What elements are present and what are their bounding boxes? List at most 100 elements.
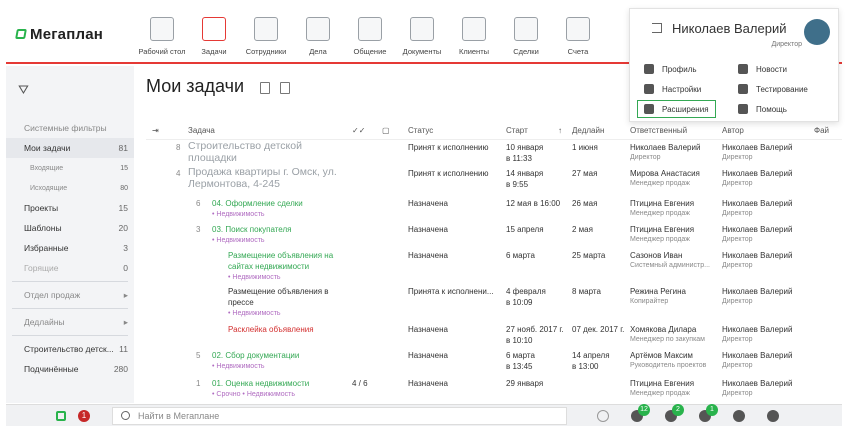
filter-icon[interactable]: ⛛: [18, 82, 29, 98]
menu-item-news[interactable]: Новости: [738, 61, 787, 77]
menu-item-testing[interactable]: Тестирование: [738, 81, 808, 97]
phone-icon[interactable]: [56, 410, 66, 421]
column-responsible[interactable]: Ответственный: [630, 126, 687, 135]
logout-icon[interactable]: [652, 23, 662, 33]
info-icon[interactable]: [597, 409, 609, 422]
alert-icon[interactable]: [767, 409, 779, 422]
task-progress: 4 / 6: [352, 379, 368, 388]
task-author[interactable]: Николаев Валерий: [722, 142, 792, 153]
sidebar-item-construction[interactable]: Строительство детск... 11: [6, 339, 134, 359]
column-author[interactable]: Автор: [722, 126, 744, 135]
task-title[interactable]: Продажа квартиры г. Омск, ул. Лермонтова…: [188, 166, 348, 190]
task-responsible[interactable]: Птицина Евгения: [630, 224, 694, 235]
task-responsible[interactable]: Хомякова Дилара: [630, 324, 696, 335]
task-responsible[interactable]: Николаев Валерий: [630, 142, 700, 153]
comment-icon[interactable]: ▢: [382, 126, 390, 135]
nav-item-desktop[interactable]: Рабочий стол: [136, 17, 188, 56]
task-author[interactable]: Николаев Валерий: [722, 286, 792, 297]
nav-item-tasks[interactable]: Задачи: [188, 17, 240, 56]
task-author[interactable]: Николаев Валерий: [722, 378, 792, 389]
nav-item-documents[interactable]: Документы: [396, 17, 448, 56]
sidebar-item-burning[interactable]: Горящие 0: [6, 258, 134, 278]
sidebar-item-templates[interactable]: Шаблоны 20: [6, 218, 134, 238]
task-tag[interactable]: • Срочно • Недвижимость: [212, 389, 295, 400]
menu-item-help[interactable]: Помощь: [738, 101, 787, 117]
task-tag[interactable]: • Недвижимость: [228, 272, 281, 283]
sidebar-item-outgoing[interactable]: Исходящие 80: [6, 178, 134, 198]
task-responsible[interactable]: Птицина Евгения: [630, 378, 694, 389]
star-icon[interactable]: [733, 409, 745, 422]
briefcase-icon: [514, 17, 538, 41]
task-title[interactable]: 02. Сбор документации: [212, 350, 299, 361]
profile-name[interactable]: Николаев Валерий: [672, 21, 786, 36]
task-responsible[interactable]: Сазонов Иван: [630, 250, 682, 261]
notification-badge[interactable]: 1: [78, 409, 90, 422]
column-deadline[interactable]: Дедлайн: [572, 126, 604, 135]
menu-item-profile[interactable]: Профиль: [644, 61, 697, 77]
task-title[interactable]: 03. Поиск покупателя: [212, 224, 291, 235]
column-more[interactable]: Фай: [814, 126, 829, 135]
task-responsible[interactable]: Артёмов Максим: [630, 350, 693, 361]
sidebar-item-label: Строительство детск...: [24, 344, 114, 354]
sidebar-item-projects[interactable]: Проекты 15: [6, 198, 134, 218]
menu-item-label: Новости: [756, 64, 787, 74]
fire-icon[interactable]: 12: [631, 403, 650, 422]
sidebar-item-incoming[interactable]: Входящие 15: [6, 158, 134, 178]
columns-settings-icon[interactable]: ⇥: [152, 126, 159, 135]
task-title[interactable]: 01. Оценка недвижимости: [212, 378, 309, 389]
excel-export-icon[interactable]: [280, 82, 290, 94]
sidebar-group-deadlines[interactable]: Дедлайны ▸: [6, 312, 134, 332]
menu-item-settings[interactable]: Настройки: [644, 81, 701, 97]
avatar[interactable]: [804, 19, 830, 45]
column-start[interactable]: Старт: [506, 126, 528, 135]
nav-item-employees[interactable]: Сотрудники: [240, 17, 292, 56]
task-title[interactable]: Размещение объявления на сайтах недвижим…: [228, 250, 348, 272]
sidebar-item-count: 81: [118, 143, 128, 153]
task-tag[interactable]: • Недвижимость: [212, 209, 265, 220]
sidebar-group-sales[interactable]: Отдел продаж ▸: [6, 285, 134, 305]
task-tag[interactable]: • Недвижимость: [212, 235, 265, 246]
task-author[interactable]: Николаев Валерий: [722, 250, 792, 261]
sort-up-icon[interactable]: ↑: [558, 126, 562, 135]
nav-item-communication[interactable]: Общение: [344, 17, 396, 56]
menu-item-extensions[interactable]: Расширения: [637, 100, 716, 118]
task-author[interactable]: Николаев Валерий: [722, 350, 792, 361]
logo[interactable]: Мегаплан: [6, 6, 136, 62]
column-task[interactable]: Задача: [188, 126, 215, 135]
nav-item-invoices[interactable]: Счета: [552, 17, 604, 56]
sidebar-item-my-tasks[interactable]: Мои задачи 81: [6, 138, 134, 158]
task-status: Назначена: [408, 199, 448, 208]
task-responsible[interactable]: Мирова Анастасия: [630, 168, 700, 179]
task-author[interactable]: Николаев Валерий: [722, 224, 792, 235]
global-search[interactable]: Найти в Мегаплане: [112, 406, 567, 425]
checkmarks-icon[interactable]: ✓✓: [352, 126, 365, 135]
column-status[interactable]: Статус: [408, 126, 433, 135]
task-start-time: в 13:45: [506, 362, 533, 371]
sidebar: ⛛ Системные фильтры Мои задачи 81 Входящ…: [6, 66, 134, 403]
task-title[interactable]: 04. Оформление сделки: [212, 198, 303, 209]
task-title[interactable]: Размещение объявления в прессе: [228, 286, 348, 308]
task-tag[interactable]: • Недвижимость: [228, 308, 281, 319]
sidebar-item-subordinates[interactable]: Подчинённые 280: [6, 359, 134, 379]
divider: [12, 281, 128, 282]
nav-item-clients[interactable]: Клиенты: [448, 17, 500, 56]
task-author[interactable]: Николаев Валерий: [722, 168, 792, 179]
sidebar-item-label: Проекты: [24, 203, 59, 213]
nav-item-deals[interactable]: Дела: [292, 17, 344, 56]
sidebar-item-favorites[interactable]: Избранные 3: [6, 238, 134, 258]
task-start: 4 февраля: [506, 287, 546, 296]
copy-icon[interactable]: [260, 82, 270, 94]
bell-icon[interactable]: 2: [665, 403, 684, 422]
chat-icon[interactable]: 1: [699, 403, 718, 422]
nav-label: Счета: [567, 47, 589, 56]
task-title[interactable]: Расклейка объявления: [228, 324, 314, 335]
task-author[interactable]: Николаев Валерий: [722, 324, 792, 335]
task-tag[interactable]: • Недвижимость: [212, 361, 265, 372]
task-title[interactable]: Строительство детской площадки: [188, 140, 318, 164]
task-responsible[interactable]: Режина Регина: [630, 286, 686, 297]
task-responsible-role: Менеджер по закупкам: [630, 336, 705, 343]
task-responsible[interactable]: Птицина Евгения: [630, 198, 694, 209]
nav-label: Задачи: [201, 47, 227, 56]
task-author[interactable]: Николаев Валерий: [722, 198, 792, 209]
nav-item-sales[interactable]: Сделки: [500, 17, 552, 56]
